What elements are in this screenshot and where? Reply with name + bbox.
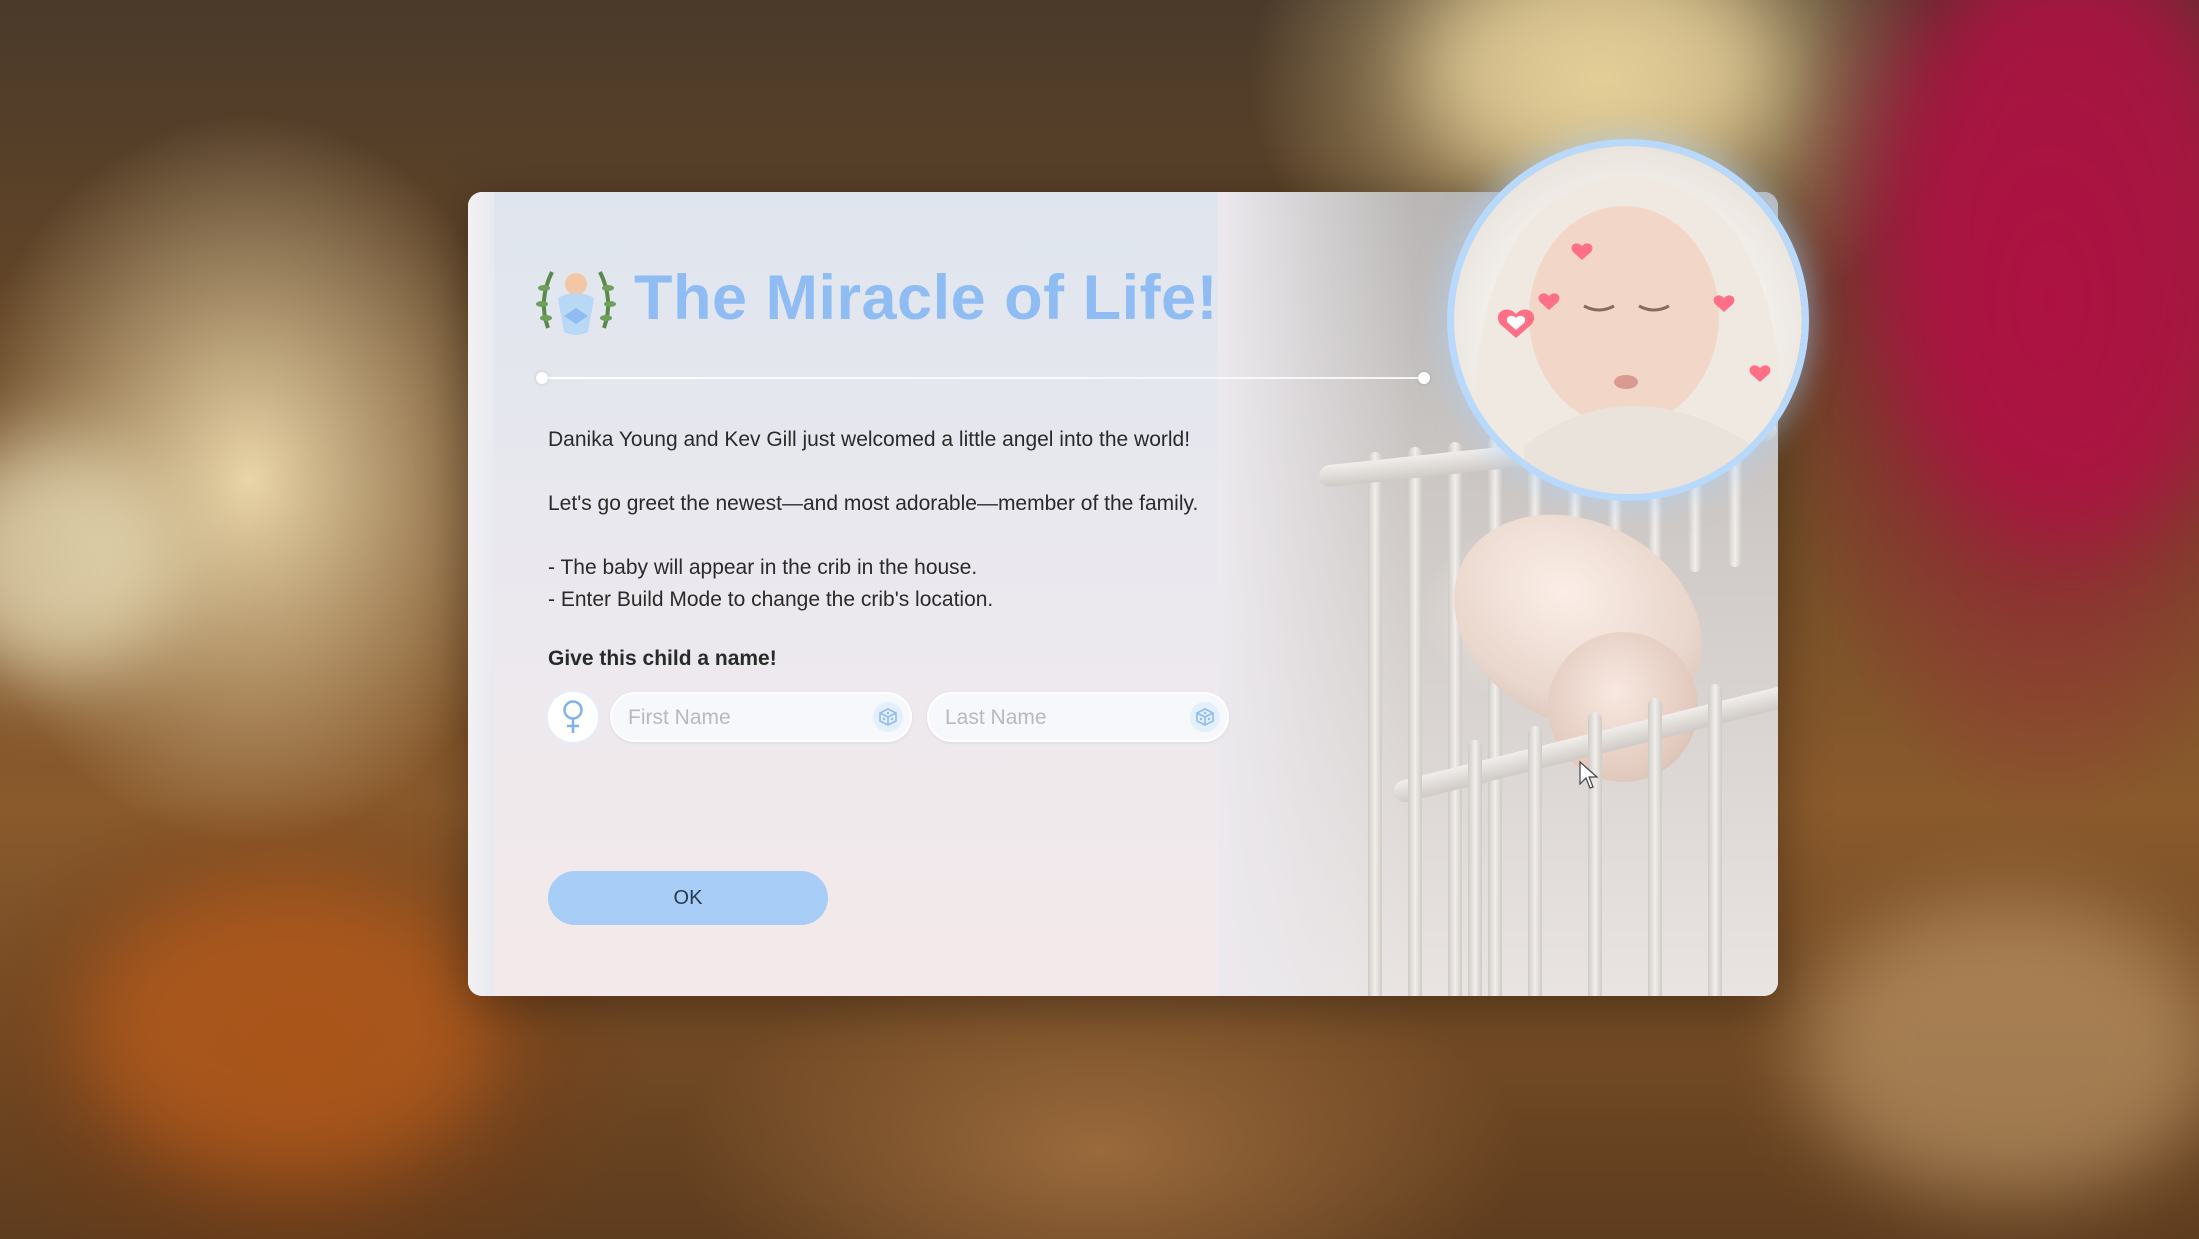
first-name-input[interactable] — [626, 692, 870, 744]
randomize-first-name-button[interactable] — [873, 702, 903, 732]
dice-icon — [1196, 708, 1214, 726]
baby-portrait — [1454, 146, 1802, 494]
baby-wreath-icon — [534, 258, 618, 342]
divider-start-dot — [536, 372, 548, 384]
female-symbol-icon — [563, 700, 583, 733]
dialog-edge — [468, 192, 494, 996]
greeting-text: Let's go greet the newest—and most adora… — [548, 492, 1199, 515]
mouse-cursor-icon — [1579, 760, 1599, 789]
dice-icon — [879, 708, 897, 726]
dialog-title: The Miracle of Life! — [634, 263, 1219, 333]
ok-button[interactable]: OK — [548, 871, 828, 925]
randomize-last-name-button[interactable] — [1190, 702, 1220, 732]
divider-end-dot — [1418, 372, 1430, 384]
last-name-field[interactable] — [927, 692, 1229, 744]
announcement-text: Danika Young and Kev Gill just welcomed … — [548, 428, 1191, 451]
name-prompt: Give this child a name! — [548, 647, 777, 670]
first-name-field[interactable] — [610, 692, 912, 744]
gender-toggle-button[interactable] — [548, 692, 598, 742]
last-name-input[interactable] — [943, 692, 1187, 744]
title-divider — [542, 377, 1422, 379]
game-scene-background: The Miracle of Life! Danika Young and Ke… — [0, 0, 2199, 1239]
crib-info-bullet: - The baby will appear in the crib in th… — [548, 556, 978, 579]
build-mode-bullet: - Enter Build Mode to change the crib's … — [548, 588, 994, 611]
